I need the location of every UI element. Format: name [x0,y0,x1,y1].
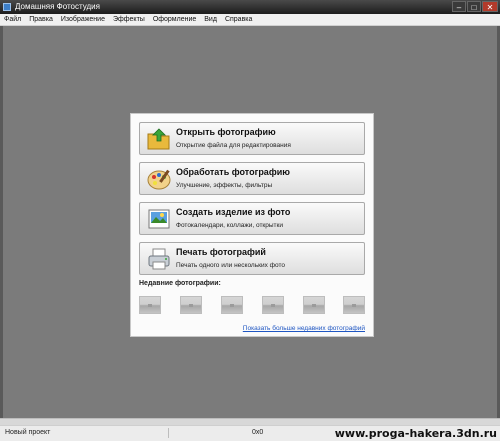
open-photo-label: Открыть фотографию [176,127,276,137]
process-photo-button[interactable]: Обработать фотографию Улучшение, эффекты… [139,162,365,195]
horizontal-scrollbar[interactable] [0,418,500,425]
status-divider [168,428,169,438]
recent-photo-thumb[interactable] [139,296,161,314]
close-button[interactable]: ✕ [482,1,498,12]
app-icon [3,3,11,11]
photo-frame-icon [148,209,170,229]
menu-bar: Файл Правка Изображение Эффекты Оформлен… [0,14,500,26]
recent-photo-thumb[interactable] [343,296,365,314]
process-photo-desc: Улучшение, эффекты, фильтры [176,182,273,189]
menu-help[interactable]: Справка [221,14,256,25]
status-dimensions: 0x0 [252,429,264,436]
workspace: Открыть фотографию Открытие файла для ре… [0,26,500,425]
menu-view[interactable]: Вид [200,14,221,25]
folder-open-icon [147,128,170,150]
print-photos-desc: Печать одного или нескольких фото [176,262,285,269]
create-product-label: Создать изделие из фото [176,207,291,217]
open-photo-button[interactable]: Открыть фотографию Открытие файла для ре… [139,122,365,155]
recent-photo-thumb[interactable] [303,296,325,314]
show-more-recent-link[interactable]: Показать больше недавних фотографий [243,325,365,332]
watermark-text: www.proga-hakera.3dn.ru [334,427,497,440]
recent-photos-row [139,296,365,316]
menu-image[interactable]: Изображение [57,14,109,25]
maximize-button[interactable]: □ [467,1,481,12]
create-product-button[interactable]: Создать изделие из фото Фотокалендари, к… [139,202,365,235]
status-project-name: Новый проект [5,429,51,436]
menu-file[interactable]: Файл [0,14,25,25]
menu-design[interactable]: Оформление [149,14,200,25]
status-bar: Новый проект 0x0 www.proga-hakera.3dn.ru [0,425,500,441]
minimize-button[interactable]: – [452,1,466,12]
recent-photos-title: Недавние фотографии: [139,280,221,287]
menu-edit[interactable]: Правка [25,14,57,25]
open-photo-desc: Открытие файла для редактирования [176,142,291,149]
process-photo-label: Обработать фотографию [176,167,290,177]
printer-icon [148,248,170,270]
palette-icon [147,169,171,190]
window-controls: – □ ✕ [452,1,498,12]
menu-effects[interactable]: Эффекты [109,14,149,25]
create-product-desc: Фотокалендари, коллажи, открытки [176,222,284,229]
recent-photo-thumb[interactable] [180,296,202,314]
title-bar: Домашняя Фотостудия – □ ✕ [0,0,500,14]
recent-photo-thumb[interactable] [221,296,243,314]
print-photos-label: Печать фотографий [176,247,266,257]
window-title: Домашняя Фотостудия [15,2,100,11]
start-panel: Открыть фотографию Открытие файла для ре… [130,113,374,337]
print-photos-button[interactable]: Печать фотографий Печать одного или неск… [139,242,365,275]
recent-photo-thumb[interactable] [262,296,284,314]
